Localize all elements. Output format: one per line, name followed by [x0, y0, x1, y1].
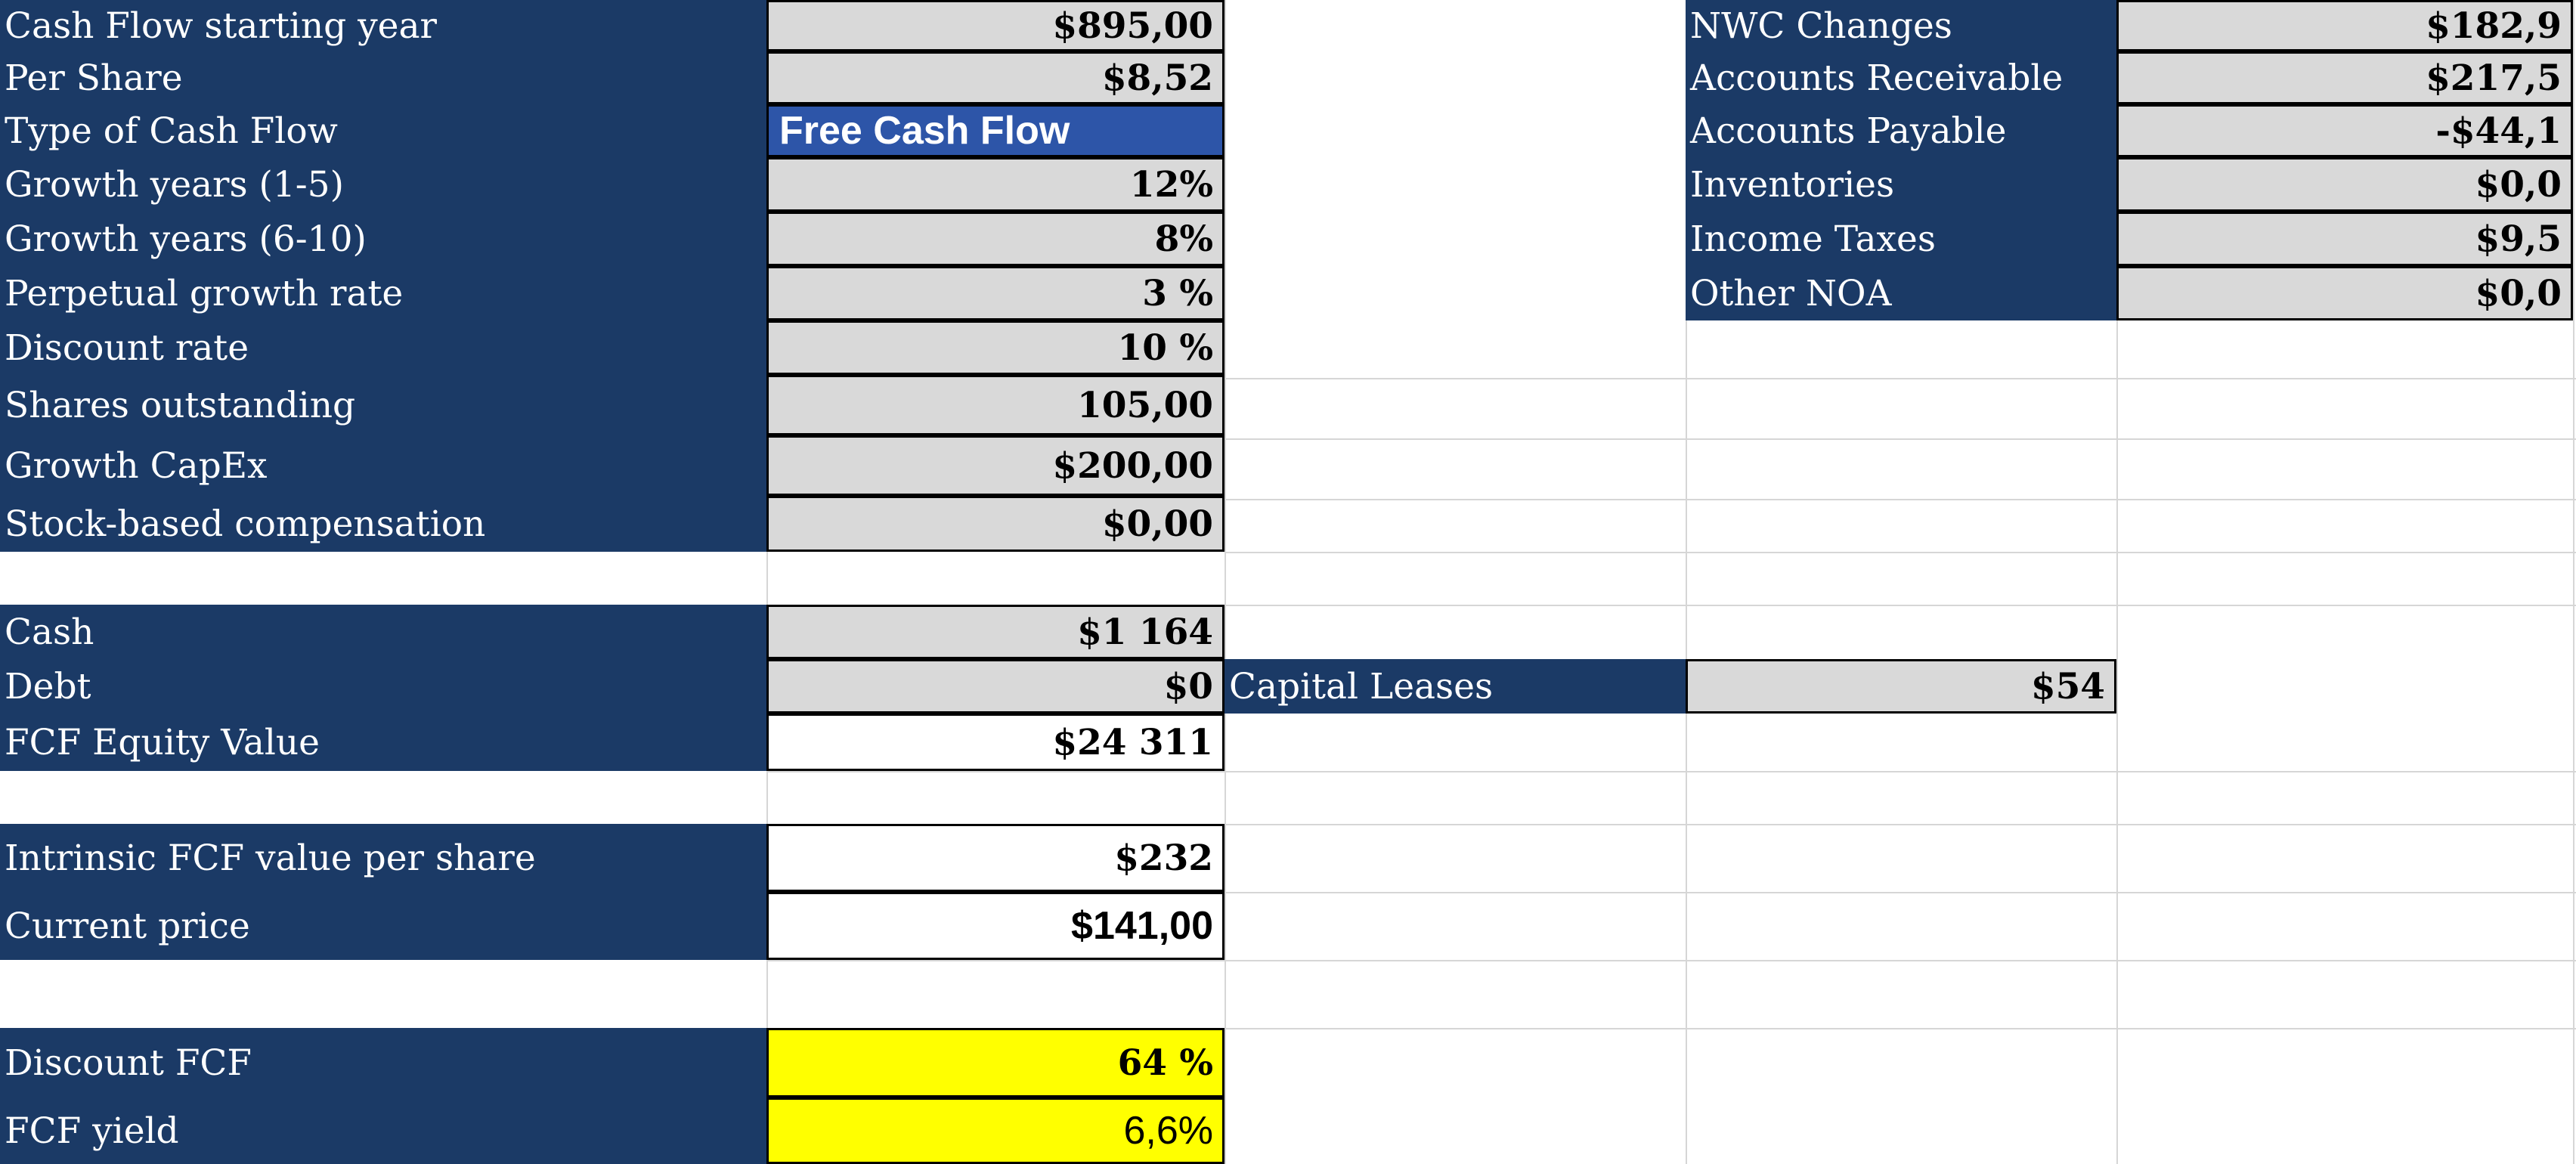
value-fcf-equity-value[interactable]: $24 311	[766, 714, 1225, 771]
label-intrinsic-value-per-share: Intrinsic FCF value per share	[0, 824, 766, 892]
label-type-of-cash-flow: Type of Cash Flow	[0, 104, 766, 157]
label-discount-rate: Discount rate	[0, 320, 766, 375]
label-per-share: Per Share	[0, 51, 766, 104]
value-current-price[interactable]: $141,00	[766, 892, 1225, 960]
value-other-noa[interactable]: $0,0	[2116, 266, 2573, 320]
value-cash-flow-starting-year[interactable]: $895,00	[766, 0, 1225, 51]
label-current-price: Current price	[0, 892, 766, 960]
value-capital-leases[interactable]: $54	[1686, 659, 2116, 714]
label-cash: Cash	[0, 605, 766, 659]
value-discount-rate[interactable]: 10 %	[766, 320, 1225, 375]
value-perpetual-growth-rate[interactable]: 3 %	[766, 266, 1225, 320]
value-per-share[interactable]: $8,52	[766, 51, 1225, 104]
label-growth-capex: Growth CapEx	[0, 435, 766, 496]
label-fcf-yield: FCF yield	[0, 1097, 766, 1164]
value-nwc-changes[interactable]: $182,9	[2116, 0, 2573, 51]
value-fcf-yield[interactable]: 6,6%	[766, 1097, 1225, 1164]
value-accounts-payable[interactable]: -$44,1	[2116, 104, 2573, 157]
label-inventories: Inventories	[1686, 157, 2116, 212]
value-shares-outstanding[interactable]: 105,00	[766, 375, 1225, 435]
label-perpetual-growth-rate: Perpetual growth rate	[0, 266, 766, 320]
value-growth-years-6-10[interactable]: 8%	[766, 212, 1225, 266]
value-income-taxes[interactable]: $9,5	[2116, 212, 2573, 266]
value-accounts-receivable[interactable]: $217,5	[2116, 51, 2573, 104]
value-discount-fcf[interactable]: 64 %	[766, 1028, 1225, 1097]
label-income-taxes: Income Taxes	[1686, 212, 2116, 266]
label-nwc-changes: NWC Changes	[1686, 0, 2116, 51]
type-of-cash-flow-select[interactable]: Free Cash Flow	[766, 104, 1225, 157]
label-shares-outstanding: Shares outstanding	[0, 375, 766, 435]
label-fcf-equity-value: FCF Equity Value	[0, 714, 766, 771]
label-cash-flow-starting-year: Cash Flow starting year	[0, 0, 766, 51]
value-cash[interactable]: $1 164	[766, 605, 1225, 659]
label-accounts-payable: Accounts Payable	[1686, 104, 2116, 157]
value-stock-based-compensation[interactable]: $0,00	[766, 496, 1225, 552]
label-other-noa: Other NOA	[1686, 266, 2116, 320]
label-stock-based-compensation: Stock-based compensation	[0, 496, 766, 552]
label-capital-leases: Capital Leases	[1225, 659, 1686, 714]
label-discount-fcf: Discount FCF	[0, 1028, 766, 1097]
label-growth-years-6-10: Growth years (6-10)	[0, 212, 766, 266]
label-debt: Debt	[0, 659, 766, 714]
label-accounts-receivable: Accounts Receivable	[1686, 51, 2116, 104]
value-debt[interactable]: $0	[766, 659, 1225, 714]
value-intrinsic-value-per-share[interactable]: $232	[766, 824, 1225, 892]
value-inventories[interactable]: $0,0	[2116, 157, 2573, 212]
label-growth-years-1-5: Growth years (1-5)	[0, 157, 766, 212]
value-growth-years-1-5[interactable]: 12%	[766, 157, 1225, 212]
value-growth-capex[interactable]: $200,00	[766, 435, 1225, 496]
